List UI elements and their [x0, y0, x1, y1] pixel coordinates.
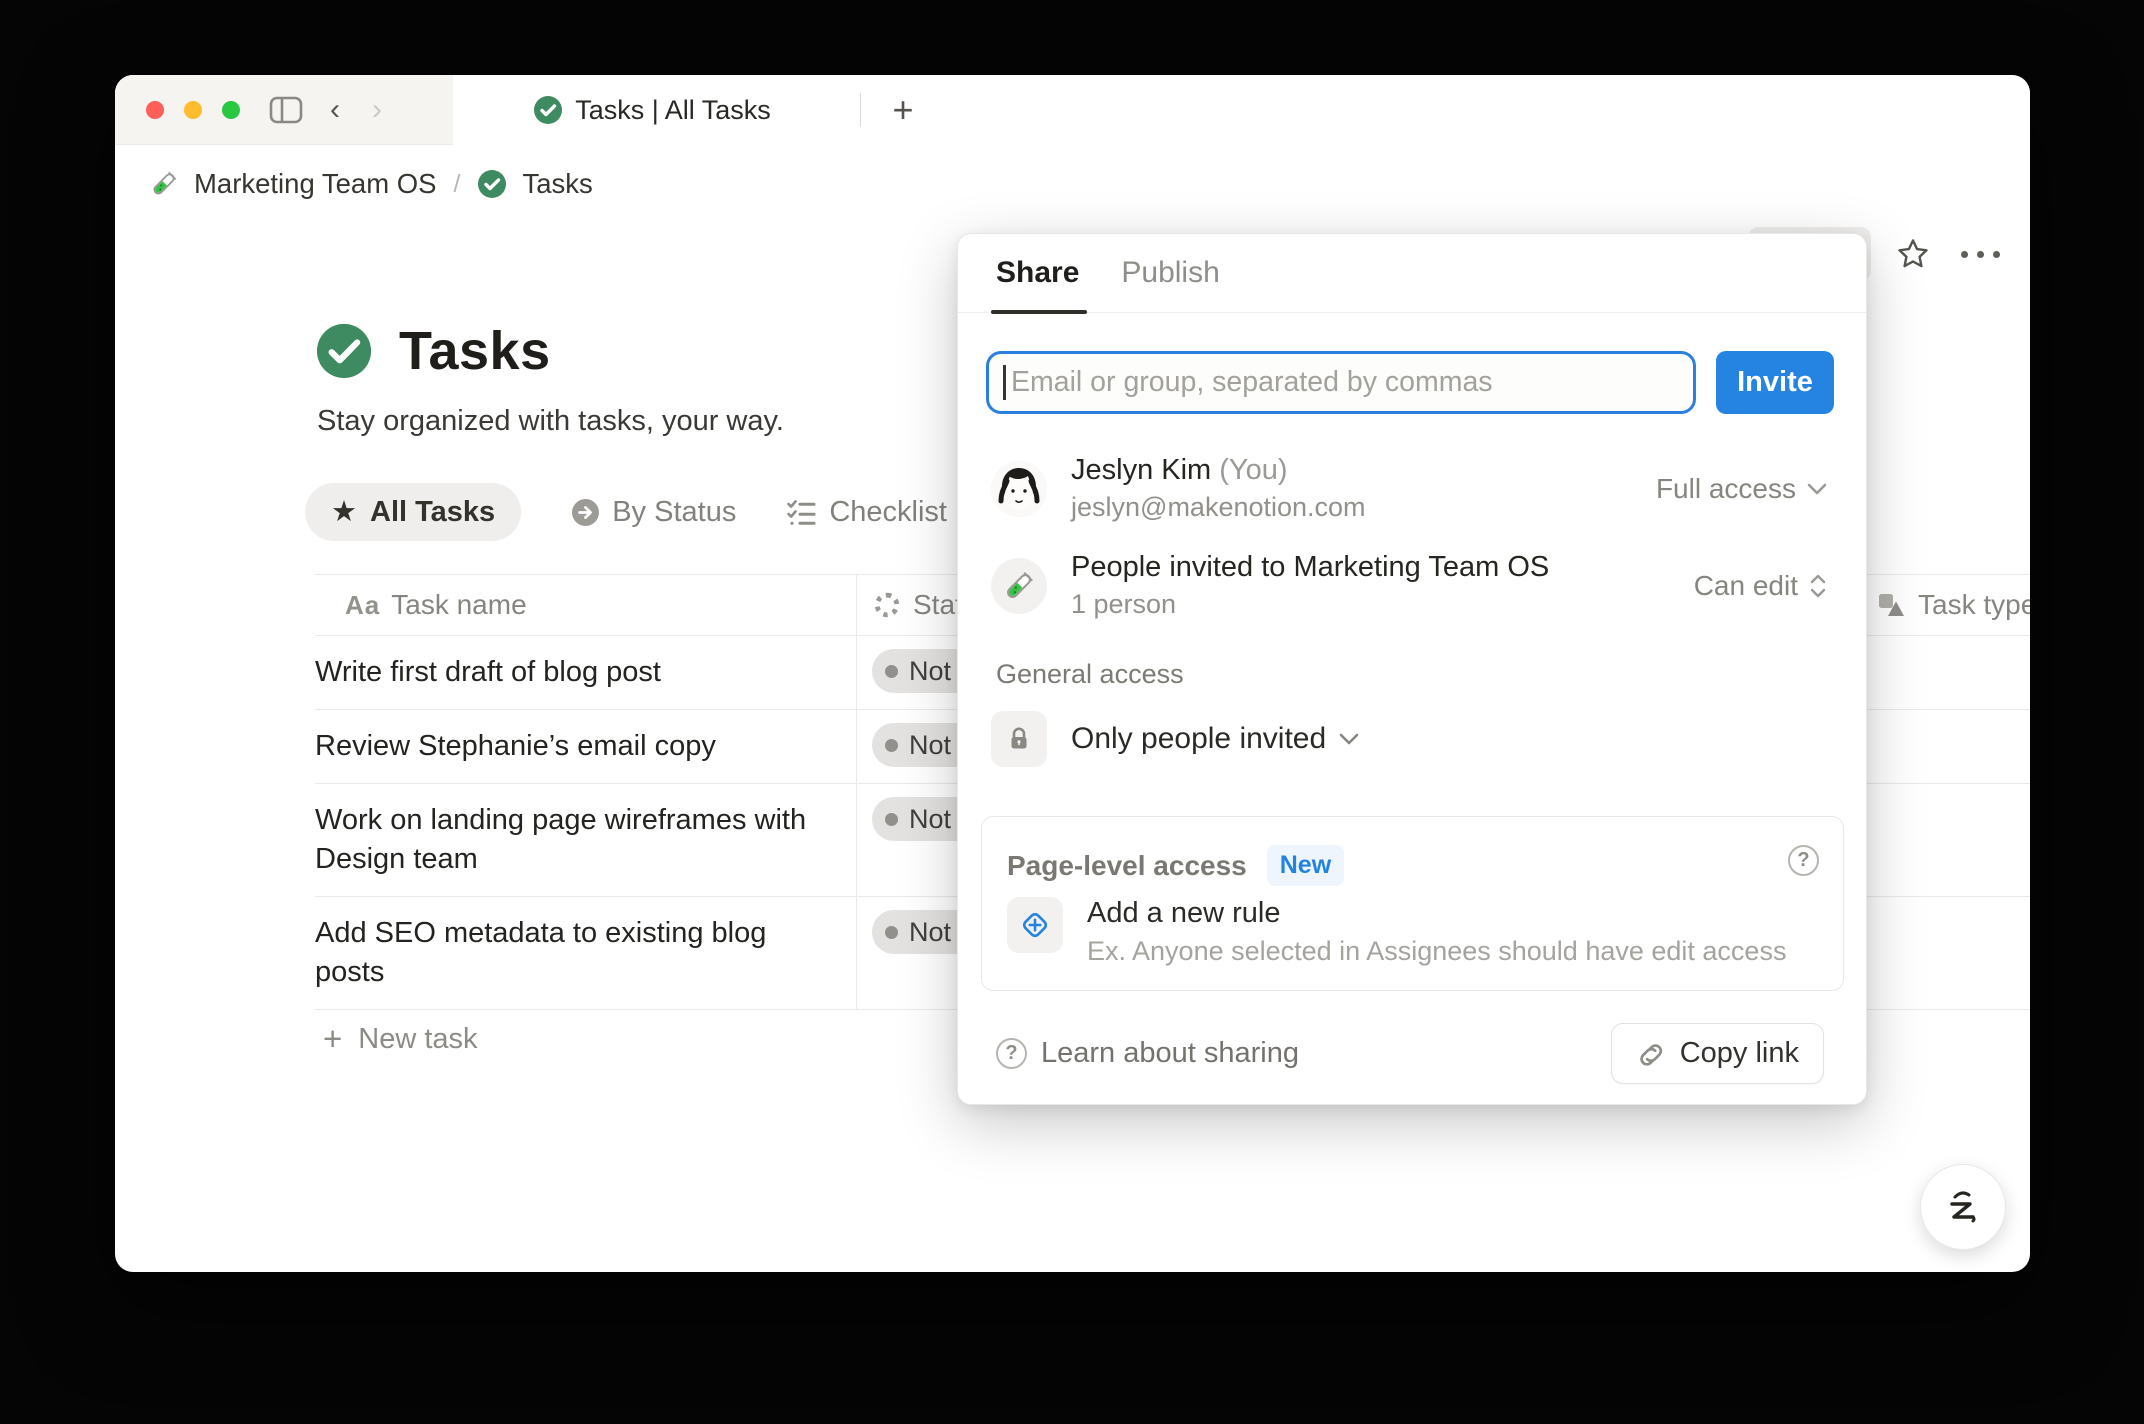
chevron-down-icon	[1807, 483, 1827, 494]
link-icon	[1639, 1043, 1662, 1066]
copy-link-button[interactable]: Copy link	[1610, 1023, 1824, 1084]
view-tab-label: All Tasks	[370, 495, 496, 528]
share-dialog: Share Publish Invite	[957, 233, 1867, 1105]
page-title-check-icon	[315, 322, 373, 380]
breadcrumb-separator: /	[453, 169, 461, 198]
add-rule-icon	[1007, 897, 1063, 953]
view-tab-by-status[interactable]: By Status	[571, 496, 736, 529]
column-header-task-name[interactable]: Aa Task name	[315, 575, 857, 635]
notion-ai-face-button[interactable]	[1920, 1164, 2006, 1250]
group-access-dropdown[interactable]: Can edit	[1694, 570, 1828, 602]
member-row: People invited to Marketing Team OS 1 pe…	[991, 551, 1828, 620]
page-subtitle: Stay organized with tasks, your way.	[317, 405, 784, 437]
app-window: ‹ › Tasks | All Tasks + Marketing Team O…	[115, 75, 2030, 1272]
zoom-window-button[interactable]	[222, 100, 240, 119]
view-tab-all-tasks[interactable]: ★ All Tasks	[305, 483, 522, 541]
forward-button[interactable]: ›	[372, 94, 382, 125]
title-bar: ‹ › Tasks | All Tasks +	[115, 75, 2030, 145]
minimize-window-button[interactable]	[184, 100, 202, 119]
add-rule-title: Add a new rule	[1087, 897, 1281, 929]
chevron-up-down-icon	[1810, 574, 1826, 597]
new-badge: New	[1266, 845, 1345, 886]
column-label: Task name	[391, 589, 527, 620]
invite-email-input[interactable]	[986, 351, 1696, 414]
new-tab-button[interactable]: +	[877, 84, 929, 136]
group-name: People invited to Marketing Team OS	[1071, 551, 1550, 583]
view-tab-label: Checklist	[829, 495, 947, 528]
tab-share[interactable]: Share	[996, 256, 1079, 290]
test-tube-icon	[1007, 571, 1033, 598]
text-property-icon: Aa	[345, 589, 381, 620]
column-header-task-type[interactable]: Task type	[1870, 575, 2030, 635]
member-you-suffix: (You)	[1219, 454, 1288, 486]
tab-publish[interactable]: Publish	[1121, 256, 1219, 290]
workspace-avatar	[991, 557, 1047, 614]
task-name-cell[interactable]: Write first draft of blog post	[315, 636, 857, 709]
back-button[interactable]: ‹	[330, 94, 340, 125]
help-icon[interactable]: ?	[1788, 845, 1819, 876]
general-access-row: Only people invited	[991, 711, 1828, 767]
text-cursor	[1003, 365, 1006, 400]
status-dot	[885, 738, 898, 752]
add-rule-row[interactable]: Add a new rule Ex. Anyone selected in As…	[1007, 897, 1823, 967]
task-name-cell[interactable]: Review Stephanie’s email copy	[315, 710, 857, 783]
lock-icon	[991, 711, 1047, 767]
star-icon: ★	[331, 495, 357, 528]
active-tab-underline	[991, 310, 1087, 314]
add-rule-hint: Ex. Anyone selected in Assignees should …	[1087, 936, 1787, 966]
member-access-dropdown[interactable]: Full access	[1656, 473, 1828, 505]
tab-title: Tasks | All Tasks	[575, 94, 771, 125]
chevron-down-icon	[1339, 733, 1359, 745]
window-controls-area: ‹ ›	[115, 75, 453, 145]
favorite-star-icon[interactable]	[1895, 236, 1931, 272]
test-tube-icon	[149, 169, 179, 199]
learn-about-sharing-link[interactable]: ? Learn about sharing	[996, 1037, 1299, 1070]
general-access-label: General access	[996, 659, 1184, 689]
status-dot	[885, 925, 898, 939]
page-check-icon	[477, 169, 507, 199]
member-email: jeslyn@makenotion.com	[1071, 492, 1366, 522]
page-title: Tasks	[399, 321, 551, 381]
board-arrow-icon	[571, 498, 600, 527]
shapes-property-icon	[1875, 589, 1907, 621]
checklist-icon	[786, 498, 817, 527]
view-tabs: ★ All Tasks By Status Checklist	[305, 483, 947, 541]
member-row: Jeslyn Kim (You) jeslyn@makenotion.com F…	[991, 454, 1828, 523]
status-property-icon	[872, 590, 902, 620]
page-level-access-label: Page-level access	[1007, 849, 1247, 881]
breadcrumb: Marketing Team OS / Tasks	[149, 168, 593, 200]
invite-row: Invite	[986, 351, 1834, 414]
breadcrumb-workspace[interactable]: Marketing Team OS	[194, 168, 437, 200]
task-name-cell[interactable]: Work on landing page wireframes with Des…	[315, 784, 857, 896]
plus-icon: +	[323, 1020, 343, 1057]
help-icon: ?	[996, 1038, 1027, 1069]
sidebar-toggle-icon[interactable]	[268, 94, 304, 126]
close-window-button[interactable]	[146, 100, 164, 119]
member-name: Jeslyn Kim (You)	[1071, 454, 1288, 486]
group-meta: 1 person	[1071, 589, 1177, 619]
share-dialog-footer: ? Learn about sharing Copy link	[996, 1023, 1824, 1084]
tab-divider	[860, 93, 861, 127]
view-tab-label: By Status	[612, 495, 737, 528]
more-options-button[interactable]	[1955, 250, 2006, 258]
page-header: Tasks	[315, 320, 551, 382]
status-dot	[885, 664, 898, 678]
view-tab-checklist[interactable]: Checklist	[786, 496, 947, 529]
breadcrumb-page[interactable]: Tasks	[522, 168, 592, 200]
new-task-label: New task	[358, 1022, 478, 1055]
invite-button[interactable]: Invite	[1716, 351, 1834, 414]
user-avatar	[991, 460, 1047, 517]
general-access-dropdown[interactable]: Only people invited	[1071, 722, 1360, 756]
tab-tasks[interactable]: Tasks | All Tasks	[453, 75, 851, 145]
column-label: Task type	[1918, 589, 2030, 620]
tab-check-icon	[533, 95, 563, 125]
plus-icon: +	[892, 89, 914, 130]
share-dialog-tabs: Share Publish	[958, 234, 1866, 314]
page-level-access-box: Page-level access New ? Add a new rule E…	[981, 816, 1844, 991]
status-dot	[885, 812, 898, 826]
breadcrumb-bar: Marketing Team OS / Tasks Share	[115, 145, 2030, 281]
notion-ai-face-icon	[1950, 1191, 1976, 1223]
task-name-cell[interactable]: Add SEO metadata to existing blog posts	[315, 897, 857, 1009]
